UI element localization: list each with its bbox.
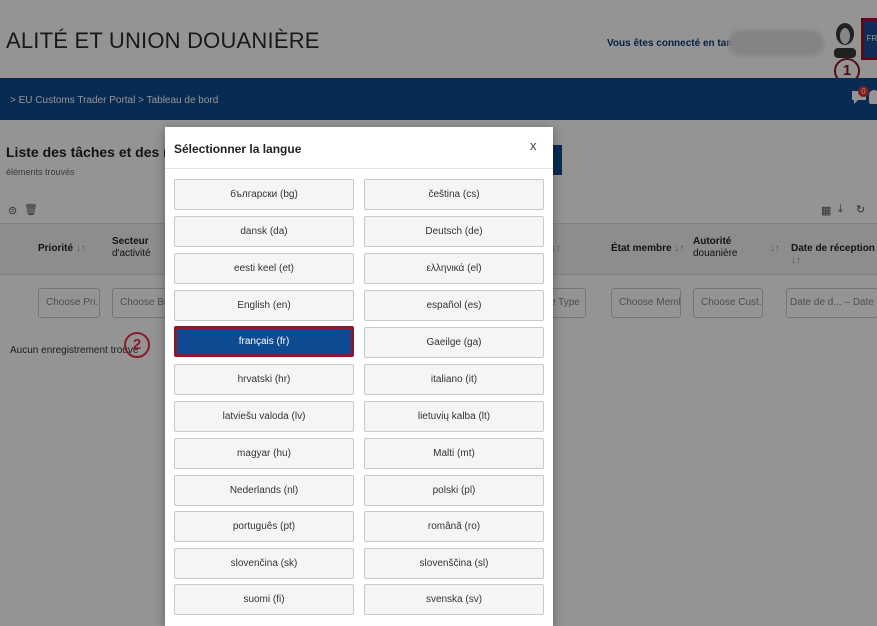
language-option-bg[interactable]: български (bg) — [174, 179, 354, 210]
step-marker-2: 2 — [124, 332, 150, 358]
language-option-de[interactable]: Deutsch (de) — [364, 216, 544, 247]
language-option-pt[interactable]: português (pt) — [174, 511, 354, 542]
divider — [165, 168, 553, 169]
language-option-fr-selected[interactable]: français (fr) — [174, 326, 354, 357]
language-option-fi[interactable]: suomi (fi) — [174, 584, 354, 615]
language-option-sl[interactable]: slovenščina (sl) — [364, 548, 544, 579]
language-option-pl[interactable]: polski (pl) — [364, 475, 544, 506]
language-option-ga[interactable]: Gaeilge (ga) — [364, 327, 544, 358]
language-option-sk[interactable]: slovenčina (sk) — [174, 548, 354, 579]
language-option-hu[interactable]: magyar (hu) — [174, 438, 354, 469]
language-option-en[interactable]: English (en) — [174, 290, 354, 321]
close-button[interactable]: x — [530, 138, 537, 153]
language-option-et[interactable]: eesti keel (et) — [174, 253, 354, 284]
language-option-hr[interactable]: hrvatski (hr) — [174, 364, 354, 395]
language-option-es[interactable]: español (es) — [364, 290, 544, 321]
language-option-nl[interactable]: Nederlands (nl) — [174, 475, 354, 506]
language-option-mt[interactable]: Malti (mt) — [364, 438, 544, 469]
language-option-cs[interactable]: čeština (cs) — [364, 179, 544, 210]
language-option-lt[interactable]: lietuvių kalba (lt) — [364, 401, 544, 432]
language-option-el[interactable]: ελληνικά (el) — [364, 253, 544, 284]
language-option-sv[interactable]: svenska (sv) — [364, 584, 544, 615]
language-option-ro[interactable]: română (ro) — [364, 511, 544, 542]
language-option-da[interactable]: dansk (da) — [174, 216, 354, 247]
modal-title: Sélectionner la langue — [174, 142, 302, 156]
language-option-lv[interactable]: latviešu valoda (lv) — [174, 401, 354, 432]
language-option-it[interactable]: italiano (it) — [364, 364, 544, 395]
